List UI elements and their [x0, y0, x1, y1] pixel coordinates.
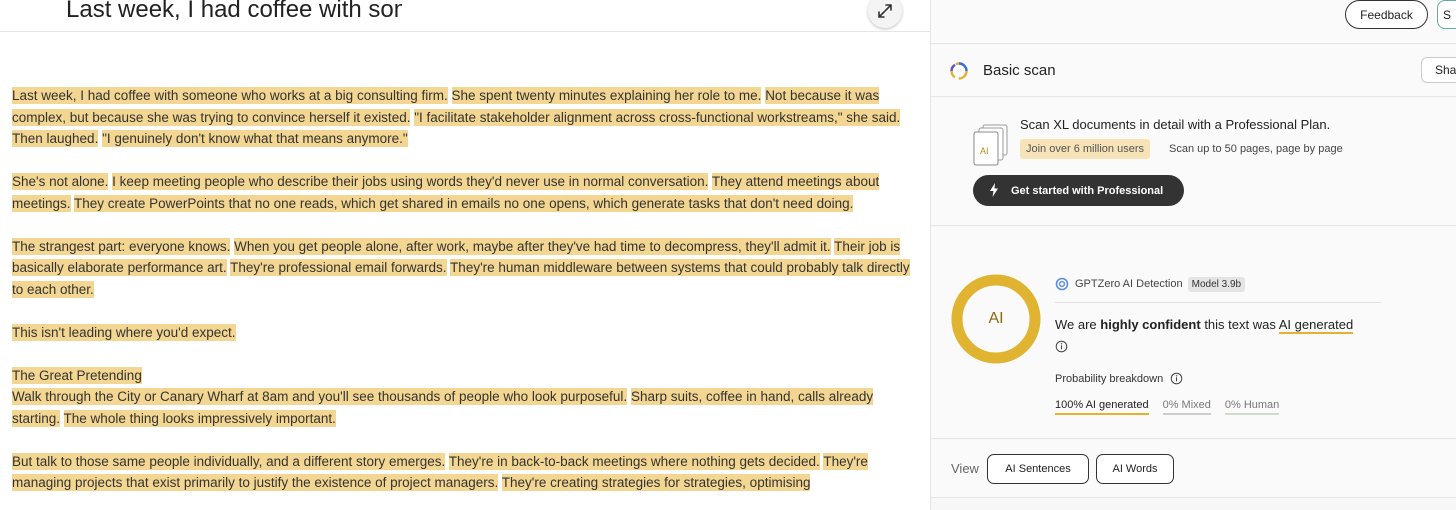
document-title: Last week, I had coffee with som	[66, 0, 402, 23]
ai-highlighted-sentence[interactable]: The strangest part: everyone knows.	[12, 237, 231, 255]
expand-icon	[878, 4, 892, 18]
view-toggle-row: View AI Sentences AI Words	[931, 440, 1456, 498]
ai-highlighted-sentence[interactable]: I keep meeting people who describe their…	[112, 173, 709, 190]
panel-topbar: Feedback S	[931, 0, 1456, 44]
scan-spinner-icon	[950, 62, 968, 80]
verdict-text: We are highly confident this text was AI…	[1055, 317, 1354, 334]
feedback-button[interactable]: Feedback	[1345, 0, 1428, 29]
model-badge: Model 3.9b	[1187, 276, 1246, 292]
document-paragraph: This isn't leading where you'd expect.	[12, 322, 912, 344]
document-paragraph: But talk to those same people individual…	[12, 451, 912, 494]
ai-highlighted-sentence[interactable]: "I facilitate stakeholder alignment acro…	[414, 108, 901, 126]
probability-breakdown: 100% AI generated 0% Mixed 0% Human	[1055, 399, 1280, 415]
document-paragraph: She's not alone. I keep meeting people w…	[12, 171, 912, 214]
ai-highlighted-sentence[interactable]: "I genuinely don't know what that means …	[102, 130, 408, 147]
doc-icon-ai-text: AI	[980, 146, 989, 156]
result-divider	[1055, 302, 1381, 303]
probability-info-icon[interactable]	[1170, 372, 1183, 385]
share-button[interactable]: Sha	[1421, 57, 1456, 83]
verdict-middle: this text was	[1204, 317, 1276, 332]
verdict-prefix: We are	[1055, 317, 1097, 332]
ring-label: AI	[988, 310, 1004, 327]
detector-name: GPTZero AI Detection	[1075, 278, 1183, 290]
gptzero-logo-icon	[1055, 277, 1069, 291]
document-header: Last week, I had coffee with som	[0, 0, 930, 32]
users-badge: Join over 6 million users	[1020, 139, 1150, 159]
probability-breakdown-title: Probability breakdown	[1055, 372, 1183, 385]
prob-human: 0% Human	[1224, 399, 1280, 415]
ai-highlighted-sentence[interactable]: They're in back-to-back meetings where n…	[448, 452, 820, 470]
ai-highlighted-sentence[interactable]: She spent twenty minutes explaining her …	[451, 87, 762, 104]
ai-sentences-button[interactable]: AI Sentences	[987, 454, 1089, 484]
document-paragraph: Last week, I had coffee with someone who…	[12, 85, 912, 150]
edge-button[interactable]: S	[1437, 0, 1456, 29]
info-icon[interactable]	[1055, 340, 1068, 353]
view-label: View	[951, 461, 979, 476]
detection-result: AI GPTZero AI Detection Model 3.9b We ar…	[931, 227, 1456, 439]
ai-highlighted-sentence[interactable]: This isn't leading where you'd expect.	[12, 323, 236, 341]
document-pane: Last week, I had coffee with som Last we…	[0, 0, 930, 510]
ai-highlighted-sentence[interactable]: The whole thing looks impressively impor…	[63, 409, 336, 427]
ai-highlighted-sentence[interactable]: They're creating strategies for strategi…	[501, 474, 811, 491]
detection-panel: Feedback S Basic scan Sha AI Scan XL doc…	[930, 0, 1456, 510]
probability-breakdown-label: Probability breakdown	[1055, 372, 1164, 385]
prob-mixed: 0% Mixed	[1162, 399, 1211, 415]
document-body: Last week, I had coffee with someone who…	[12, 85, 912, 510]
get-professional-label: Get started with Professional	[1011, 184, 1164, 197]
scan-limit-text: Scan up to 50 pages, page by page	[1169, 143, 1343, 155]
ai-highlighted-sentence[interactable]: The Great Pretending	[12, 366, 142, 384]
get-professional-button[interactable]: Get started with Professional	[973, 175, 1184, 206]
verdict-label-link[interactable]: AI generated	[1278, 317, 1354, 334]
verdict-confidence: highly confident	[1100, 317, 1201, 332]
scan-title: Basic scan	[983, 62, 1056, 79]
scan-header: Basic scan Sha	[931, 45, 1456, 97]
professional-promo: AI Scan XL documents in detail with a Pr…	[931, 98, 1456, 226]
lightning-icon	[990, 183, 998, 197]
document-paragraph: The strangest part: everyone knows. When…	[12, 236, 912, 301]
document-paragraph: The Great Pretending Walk through the Cit…	[12, 365, 912, 430]
documents-stack-icon: AI	[973, 124, 1008, 166]
ai-highlighted-sentence[interactable]: But talk to those same people individual…	[12, 452, 446, 470]
ai-highlighted-sentence[interactable]: She's not alone.	[12, 173, 109, 190]
ai-highlighted-sentence[interactable]: When you get people alone, after work, m…	[234, 237, 831, 255]
ai-highlighted-sentence[interactable]: They create PowerPoints that no one read…	[74, 194, 854, 212]
ai-highlighted-sentence[interactable]: Then laughed.	[12, 130, 99, 147]
ai-words-button[interactable]: AI Words	[1096, 454, 1174, 484]
ai-highlighted-sentence[interactable]: Last week, I had coffee with someone who…	[12, 87, 448, 104]
ai-highlighted-sentence[interactable]: They're professional email forwards.	[230, 259, 447, 276]
ai-highlighted-sentence[interactable]: Walk through the City or Canary Wharf at…	[12, 388, 628, 405]
prob-ai-generated: 100% AI generated	[1055, 399, 1149, 415]
promo-title: Scan XL documents in detail with a Profe…	[1020, 117, 1331, 132]
expand-button[interactable]	[868, 0, 902, 28]
detector-row: GPTZero AI Detection Model 3.9b	[1055, 275, 1246, 293]
